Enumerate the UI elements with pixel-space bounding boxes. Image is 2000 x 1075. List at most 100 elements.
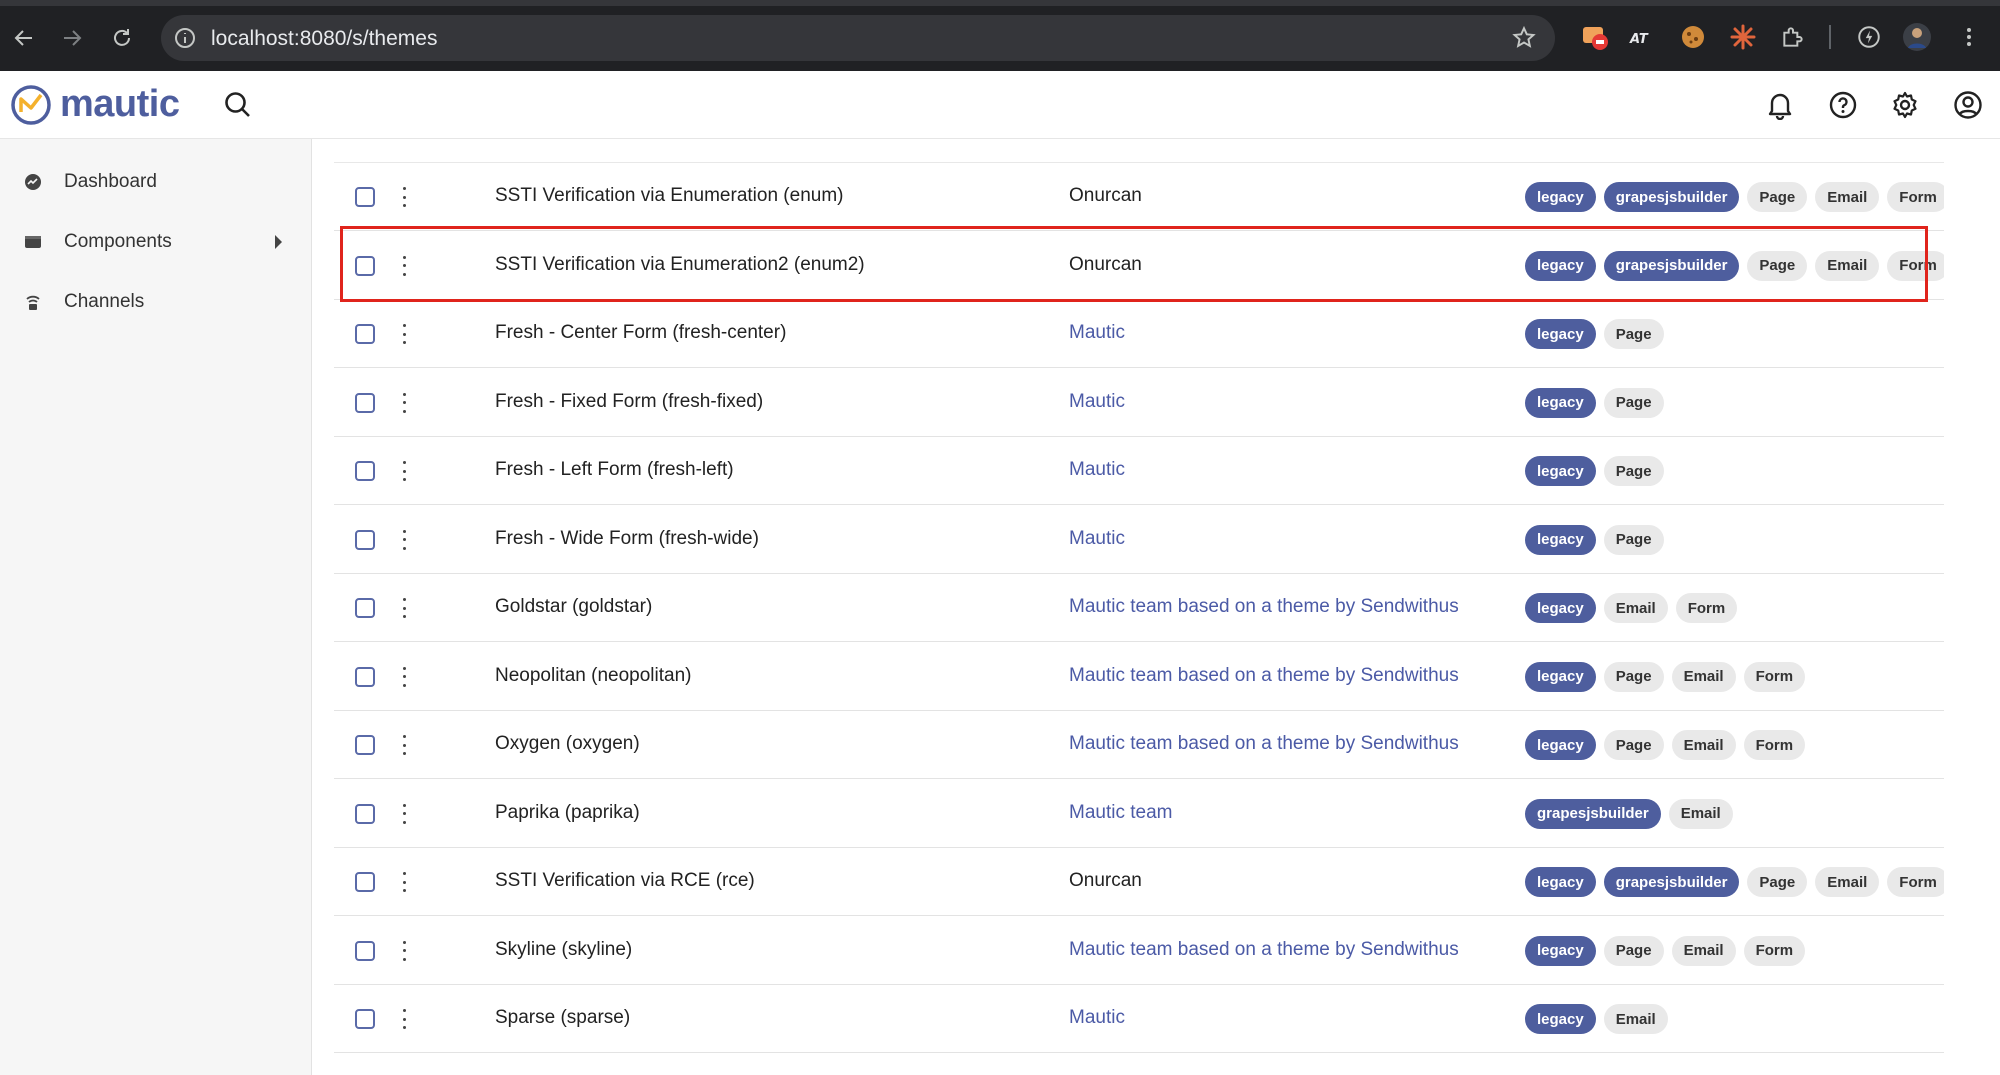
row-actions-menu-icon[interactable] [402, 735, 406, 755]
tag-badge: Form [1675, 593, 1738, 623]
table-row[interactable]: Oxygen (oxygen) Mautic team based on a th… [334, 711, 1944, 779]
theme-tags: legacy grapesjsbuilder Page Email Form [1525, 867, 1944, 897]
row-actions-menu-icon[interactable] [402, 666, 406, 687]
theme-name: Neopolitan (neopolitan) [495, 664, 692, 686]
table-row[interactable]: Goldstar (goldstar) Mautic team based on … [334, 574, 1944, 642]
table-row[interactable]: SSTI Verification via Enumeration (enum)… [334, 163, 1944, 231]
row-actions-menu-icon[interactable] [402, 803, 406, 824]
theme-author[interactable]: Mautic team based on a theme by Sendwith… [1069, 939, 1459, 961]
row-checkbox[interactable] [355, 187, 375, 207]
row-checkbox[interactable] [355, 461, 375, 481]
table-row[interactable]: Fresh - Center Form (fresh-center) Mautic… [334, 300, 1944, 368]
row-actions-menu-icon[interactable] [402, 1009, 406, 1029]
expand-caret-icon[interactable] [275, 235, 282, 249]
table-row[interactable]: Fresh - Fixed Form (fresh-fixed) Mautic le… [334, 369, 1944, 437]
url-text[interactable]: localhost:8080/s/themes [211, 27, 437, 51]
site-info-icon[interactable] [173, 26, 197, 55]
sidebar-item-components[interactable]: Components [0, 214, 312, 270]
extension-bolt-icon[interactable] [1854, 22, 1884, 52]
row-actions-menu-icon[interactable] [402, 940, 406, 961]
extension-cookie-icon[interactable] [1678, 22, 1708, 52]
tag-badge: legacy [1525, 1004, 1596, 1034]
theme-author[interactable]: Mautic [1069, 1007, 1125, 1029]
theme-author[interactable]: Mautic [1069, 528, 1125, 550]
user-account-icon[interactable] [1952, 89, 1984, 121]
theme-tags: legacy Email Form [1525, 593, 1738, 623]
row-checkbox[interactable] [355, 1009, 375, 1029]
toolbar-divider [1829, 25, 1831, 49]
tag-badge: grapesjsbuilder [1603, 182, 1740, 212]
logo-text: mautic [60, 83, 180, 125]
table-row[interactable]: Paprika (paprika) Mautic team grapesjsbuil… [334, 780, 1944, 848]
tag-badge: Page [1603, 456, 1664, 486]
row-actions-menu-icon[interactable] [402, 187, 406, 207]
extension-translate-icon[interactable]: AT [1628, 22, 1658, 52]
tag-badge: Form [1887, 250, 1944, 281]
tag-badge: Page [1603, 319, 1664, 349]
tag-badge: Page [1603, 730, 1664, 760]
table-row[interactable]: Skyline (skyline) Mautic team based on a … [334, 917, 1944, 985]
row-checkbox[interactable] [355, 872, 375, 892]
tag-badge: Email [1671, 730, 1736, 760]
theme-name: Paprika (paprika) [495, 801, 640, 823]
theme-author[interactable]: Mautic team based on a theme by Sendwith… [1069, 665, 1459, 687]
sidebar-item-channels[interactable]: Channels [0, 274, 312, 330]
row-checkbox[interactable] [355, 666, 375, 687]
tag-badge: legacy [1525, 456, 1596, 486]
settings-gear-icon[interactable] [1889, 89, 1921, 121]
notifications-bell-icon[interactable] [1764, 89, 1796, 121]
theme-author[interactable]: Mautic team [1069, 802, 1172, 824]
theme-name: Fresh - Fixed Form (fresh-fixed) [495, 390, 764, 412]
theme-author[interactable]: Mautic [1069, 459, 1125, 481]
theme-author[interactable]: Mautic [1069, 391, 1125, 413]
row-actions-menu-icon[interactable] [402, 529, 406, 550]
profile-avatar-icon[interactable] [1902, 22, 1932, 52]
row-checkbox[interactable] [355, 392, 375, 413]
tab-strip [0, 0, 2000, 6]
row-checkbox[interactable] [355, 255, 375, 276]
tag-badge: Email [1603, 593, 1668, 623]
sidebar-item-dashboard[interactable]: Dashboard [0, 154, 312, 210]
row-checkbox[interactable] [355, 940, 375, 961]
table-row[interactable]: SSTI Verification via RCE (rce) Onurcan le… [334, 848, 1944, 916]
theme-name: SSTI Verification via Enumeration2 (enum… [495, 253, 865, 275]
theme-author[interactable]: Mautic team based on a theme by Sendwith… [1069, 733, 1459, 755]
row-actions-menu-icon[interactable] [402, 255, 406, 276]
reload-icon[interactable] [106, 22, 138, 54]
browser-menu-icon[interactable] [1954, 22, 1984, 52]
address-bar[interactable]: localhost:8080/s/themes [161, 15, 1555, 61]
row-actions-menu-icon[interactable] [402, 461, 406, 481]
tag-badge: Page [1747, 867, 1808, 897]
tag-badge: legacy [1525, 661, 1596, 692]
theme-author[interactable]: Mautic team based on a theme by Sendwith… [1069, 596, 1459, 618]
extension-burst-icon[interactable] [1728, 22, 1758, 52]
row-checkbox[interactable] [355, 598, 375, 618]
extensions-puzzle-icon[interactable] [1778, 22, 1808, 52]
row-checkbox[interactable] [355, 735, 375, 755]
row-actions-menu-icon[interactable] [402, 598, 406, 618]
table-row[interactable]: Neopolitan (neopolitan) Mautic team based… [334, 643, 1944, 711]
bookmark-star-icon[interactable] [1511, 25, 1537, 56]
row-checkbox[interactable] [355, 803, 375, 824]
help-icon[interactable] [1827, 89, 1859, 121]
tag-badge: Page [1603, 935, 1664, 966]
row-checkbox[interactable] [355, 324, 375, 344]
tag-badge: legacy [1525, 182, 1596, 212]
theme-tags: legacy Page Email Form [1525, 935, 1806, 966]
mautic-logo[interactable]: mautic [10, 83, 180, 126]
row-actions-menu-icon[interactable] [402, 872, 406, 892]
table-row[interactable]: SSTI Verification via Enumeration2 (enum… [334, 232, 1944, 300]
extension-video-icon[interactable] [1580, 22, 1610, 52]
table-row[interactable]: Fresh - Left Form (fresh-left) Mautic lega… [334, 437, 1944, 505]
back-icon[interactable] [8, 22, 40, 54]
row-checkbox[interactable] [355, 529, 375, 550]
sidebar: Dashboard Components Channels [0, 139, 312, 1075]
search-icon[interactable] [222, 89, 254, 121]
theme-author[interactable]: Mautic [1069, 322, 1125, 344]
row-actions-menu-icon[interactable] [402, 324, 406, 344]
row-actions-menu-icon[interactable] [402, 392, 406, 413]
forward-icon[interactable] [56, 22, 88, 54]
theme-tags: legacy grapesjsbuilder Page Email Form [1525, 250, 1944, 281]
table-row[interactable]: Fresh - Wide Form (fresh-wide) Mautic lega… [334, 506, 1944, 574]
table-row[interactable]: Sparse (sparse) Mautic legacy Email [334, 985, 1944, 1053]
